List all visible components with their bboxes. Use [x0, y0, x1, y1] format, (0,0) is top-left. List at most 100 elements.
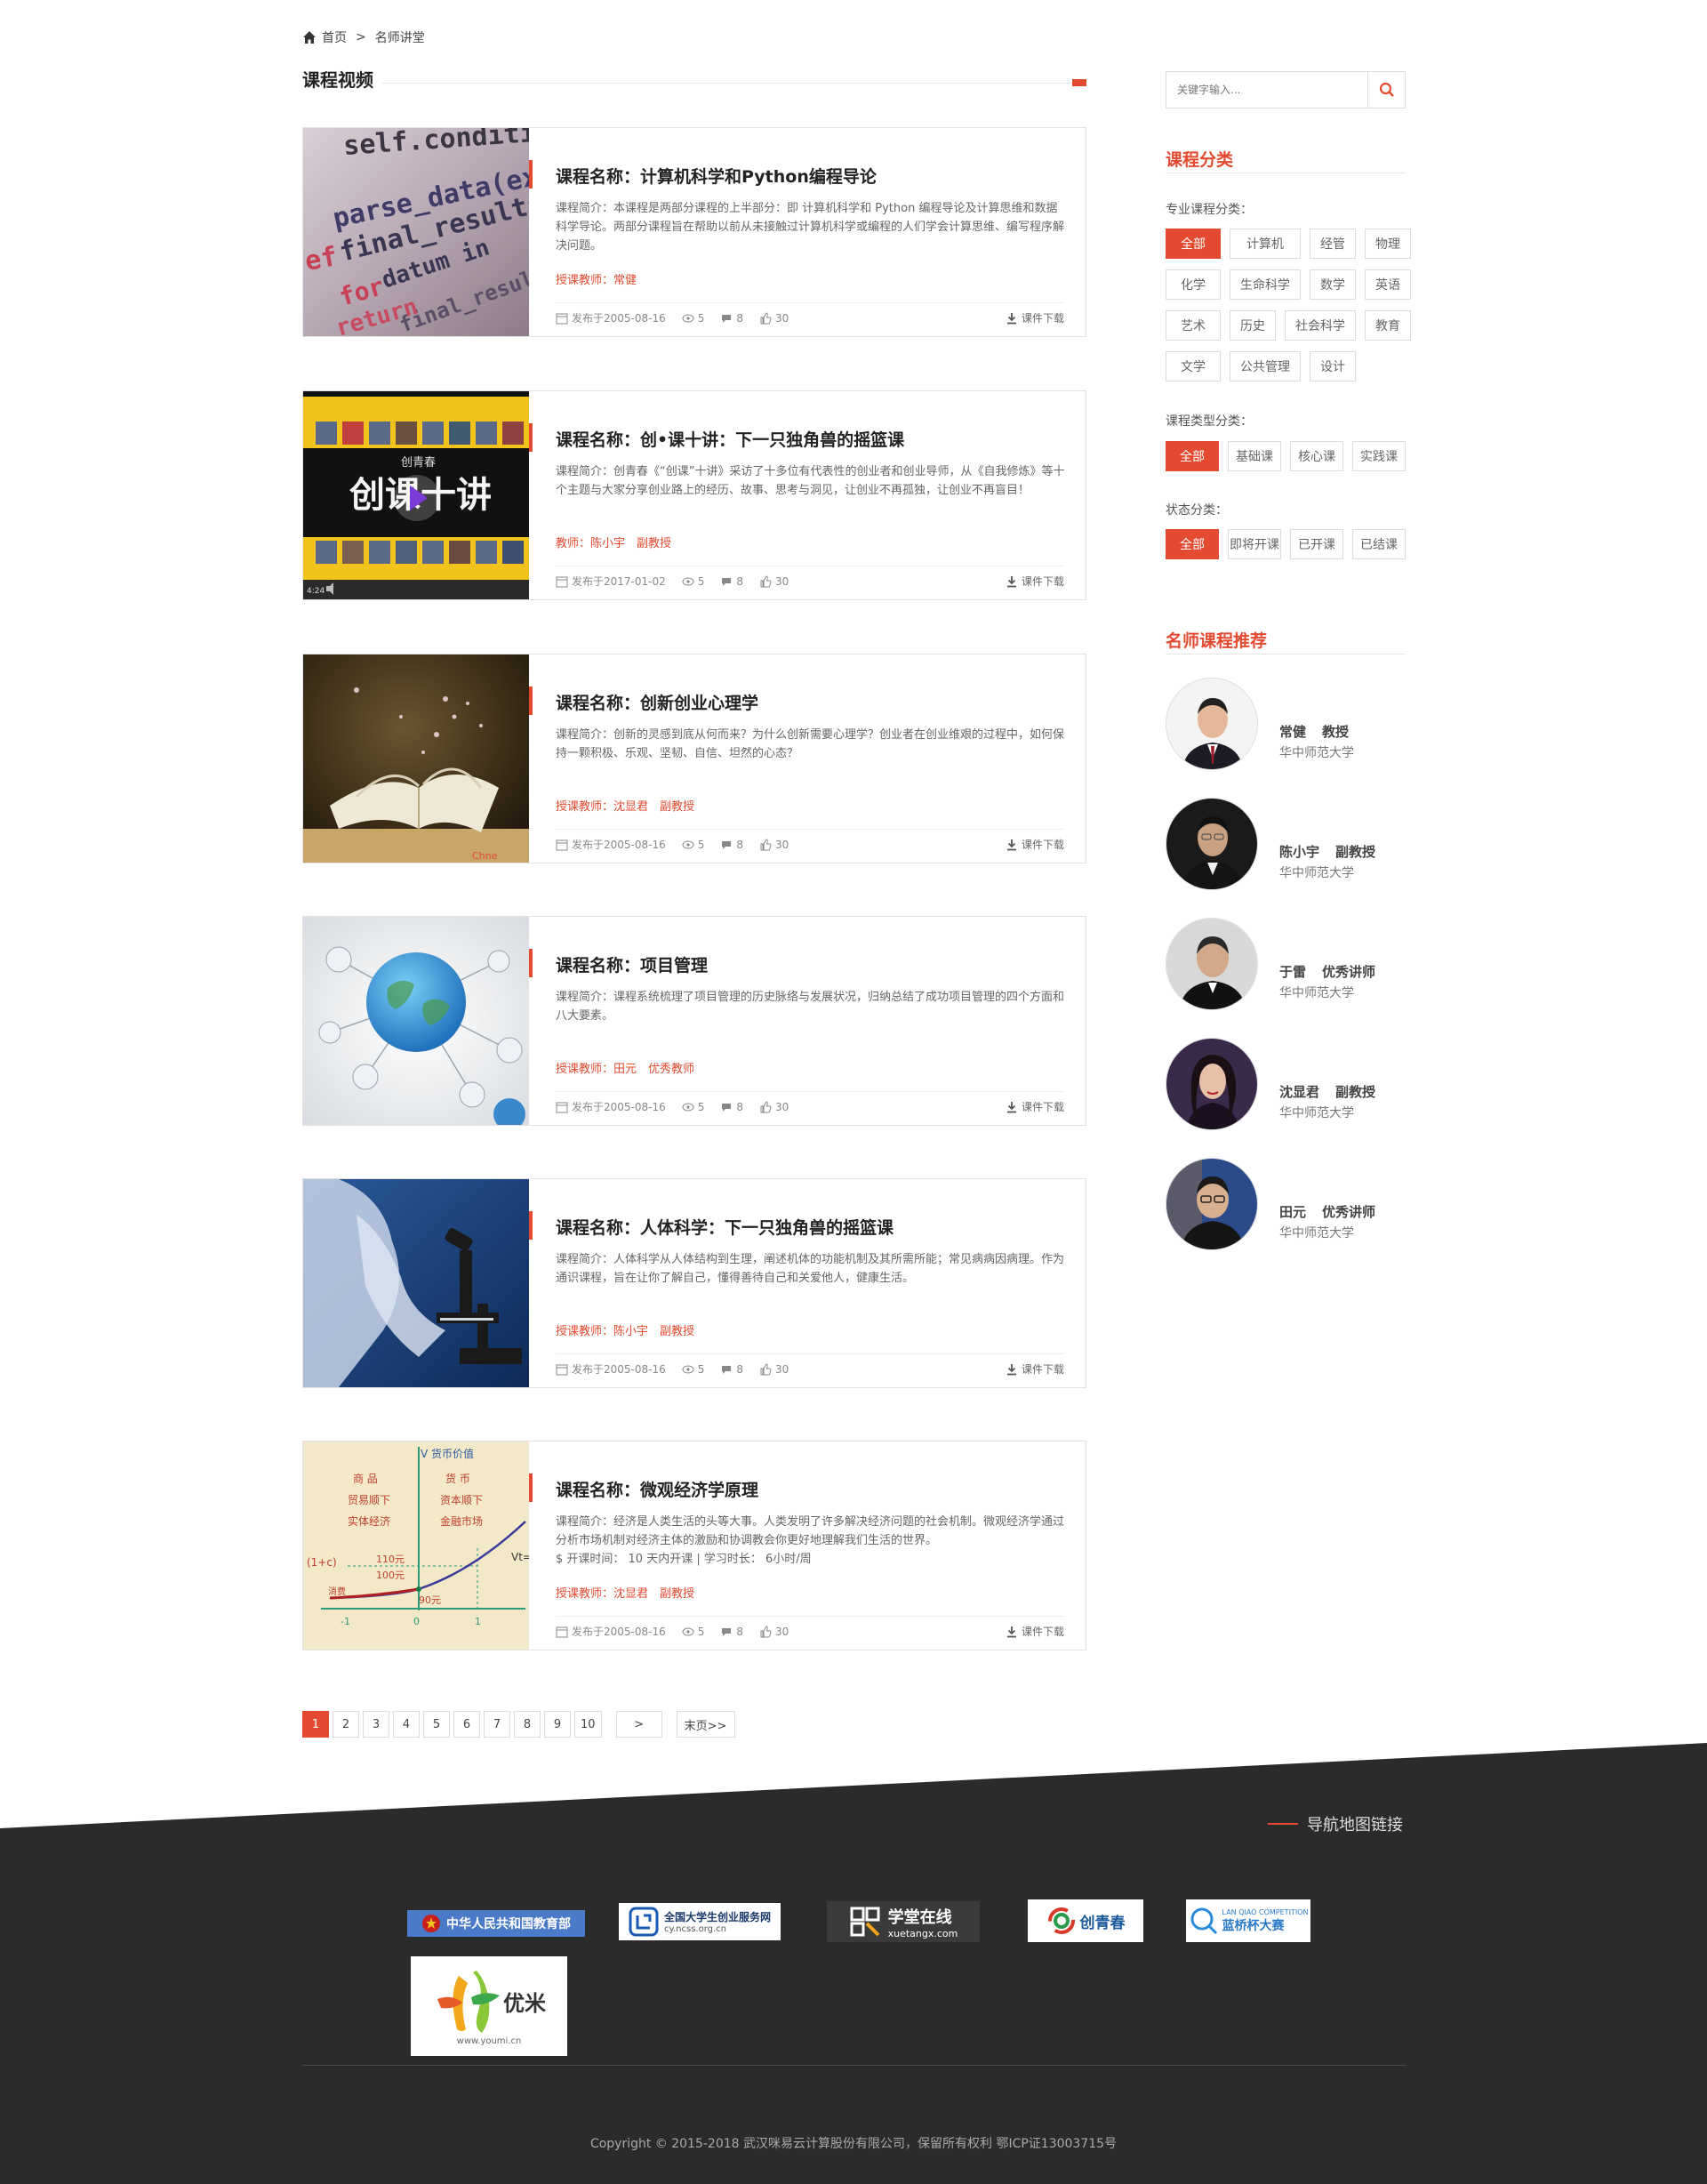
- page-7[interactable]: 7: [484, 1711, 510, 1738]
- course-thumbnail[interactable]: 创青春 创课十讲 4:24: [303, 391, 529, 599]
- status-tag-upcoming[interactable]: 即将开课: [1228, 529, 1281, 559]
- course-title[interactable]: 课程名称：计算机科学和Python编程导论: [556, 164, 877, 188]
- download-link[interactable]: 课件下载: [1006, 1361, 1064, 1377]
- major-tag-life-science[interactable]: 生命科学: [1230, 269, 1301, 300]
- partner-logo-cy[interactable]: 全国大学生创业服务网 cy.ncss.org.cn: [619, 1903, 781, 1940]
- course-teacher[interactable]: 授课教师：沈显君 副教授: [556, 1584, 694, 1601]
- next-page-button[interactable]: >: [615, 1711, 662, 1738]
- status-tag-closed[interactable]: 已结课: [1352, 529, 1406, 559]
- course-thumbnail[interactable]: self.conditio parse_data(exp final_resul…: [303, 128, 529, 336]
- search-input[interactable]: [1166, 73, 1367, 107]
- type-tag-all[interactable]: 全部: [1166, 441, 1219, 471]
- course-card[interactable]: 课程名称：项目管理 课程简介：课程系统梳理了项目管理的历史脉络与发展状况，归纳总…: [302, 916, 1086, 1126]
- teacher-item[interactable]: 陈小宇 副教授 华中师范大学: [1166, 798, 1406, 890]
- major-tag-economics[interactable]: 经管: [1310, 229, 1356, 259]
- page-10[interactable]: 10: [574, 1711, 602, 1738]
- teacher-item[interactable]: 沈显君 副教授 华中师范大学: [1166, 1038, 1406, 1130]
- download-label[interactable]: 课件下载: [1022, 1361, 1064, 1377]
- page-3[interactable]: 3: [363, 1711, 389, 1738]
- major-tag-design[interactable]: 设计: [1310, 351, 1356, 381]
- page-8[interactable]: 8: [514, 1711, 541, 1738]
- major-tag-education[interactable]: 教育: [1365, 310, 1411, 341]
- page-1[interactable]: 1: [302, 1711, 329, 1738]
- download-label[interactable]: 课件下载: [1022, 837, 1064, 852]
- course-title[interactable]: 课程名称：创•课十讲：下一只独角兽的摇篮课: [556, 427, 904, 451]
- teacher-name[interactable]: 沈显君: [1279, 1084, 1319, 1100]
- course-card[interactable]: Chne 课程名称：创新创业心理学 课程简介：创新的灵感到底从何而来？为什么创新…: [302, 654, 1086, 863]
- avatar[interactable]: [1166, 798, 1258, 890]
- major-tag-public-management[interactable]: 公共管理: [1230, 351, 1301, 381]
- major-tag-english[interactable]: 英语: [1365, 269, 1411, 300]
- type-tag-core[interactable]: 核心课: [1290, 441, 1343, 471]
- major-tag-social-science[interactable]: 社会科学: [1285, 310, 1356, 341]
- breadcrumb-home[interactable]: 首页: [322, 28, 347, 46]
- course-card[interactable]: 创青春 创课十讲 4:24 课程名称：创•课十讲：下一只独角兽的摇篮课 课程简介…: [302, 390, 1086, 600]
- page-2[interactable]: 2: [333, 1711, 359, 1738]
- course-card[interactable]: V 货币价值 商 品 贸易顺下 实体经济 货 币 资本顺下 金融市场 (1+c)…: [302, 1441, 1086, 1650]
- course-card[interactable]: self.conditio parse_data(exp final_resul…: [302, 127, 1086, 337]
- teacher-name[interactable]: 陈小宇: [1279, 844, 1319, 860]
- avatar[interactable]: [1166, 1158, 1258, 1250]
- status-tag-open[interactable]: 已开课: [1290, 529, 1343, 559]
- course-thumbnail[interactable]: V 货币价值 商 品 贸易顺下 实体经济 货 币 资本顺下 金融市场 (1+c)…: [303, 1441, 529, 1650]
- partner-logo-lanqiao[interactable]: LAN QIAO COMPETITION 蓝桥杯大赛: [1186, 1899, 1310, 1942]
- download-label[interactable]: 课件下载: [1022, 1624, 1064, 1639]
- course-thumbnail[interactable]: Chne: [303, 654, 529, 863]
- course-teacher[interactable]: 授课教师：常健: [556, 270, 637, 287]
- download-link[interactable]: 课件下载: [1006, 1099, 1064, 1114]
- course-teacher[interactable]: 授课教师：沈显君 副教授: [556, 797, 694, 814]
- teacher-item[interactable]: 常健 教授 华中师范大学: [1166, 678, 1406, 770]
- teacher-item[interactable]: 于雷 优秀讲师 华中师范大学: [1166, 918, 1406, 1010]
- partner-logo-cqc[interactable]: 创青春: [1028, 1899, 1143, 1942]
- course-teacher[interactable]: 授课教师：田元 优秀教师: [556, 1059, 694, 1076]
- page-9[interactable]: 9: [544, 1711, 571, 1738]
- download-link[interactable]: 课件下载: [1006, 837, 1064, 852]
- teacher-school: 华中师范大学: [1279, 866, 1354, 880]
- search-button[interactable]: [1367, 72, 1405, 108]
- course-title[interactable]: 课程名称：创新创业心理学: [556, 690, 758, 714]
- course-thumbnail[interactable]: [303, 1179, 529, 1387]
- download-label[interactable]: 课件下载: [1022, 574, 1064, 589]
- course-teacher[interactable]: 教师：陈小宇 副教授: [556, 534, 671, 550]
- partner-logo-xuetang[interactable]: 学堂在线 xuetangx.com: [827, 1901, 980, 1942]
- avatar[interactable]: [1166, 1038, 1258, 1130]
- major-tag-art[interactable]: 艺术: [1166, 310, 1221, 341]
- page-6[interactable]: 6: [453, 1711, 480, 1738]
- type-tag-basic[interactable]: 基础课: [1228, 441, 1281, 471]
- course-thumbnail[interactable]: [303, 917, 529, 1125]
- download-label[interactable]: 课件下载: [1022, 310, 1064, 325]
- download-link[interactable]: 课件下载: [1006, 1624, 1064, 1639]
- major-tag-math[interactable]: 数学: [1310, 269, 1356, 300]
- teacher-name[interactable]: 于雷: [1279, 964, 1306, 980]
- last-page-button[interactable]: 末页>>: [676, 1711, 735, 1738]
- teacher-name[interactable]: 常健: [1279, 724, 1306, 740]
- type-tag-practice[interactable]: 实践课: [1352, 441, 1406, 471]
- major-tag-chemistry[interactable]: 化学: [1166, 269, 1221, 300]
- course-title[interactable]: 课程名称：微观经济学原理: [556, 1477, 758, 1501]
- page-5[interactable]: 5: [423, 1711, 450, 1738]
- avatar[interactable]: [1166, 678, 1258, 770]
- major-tag-all[interactable]: 全部: [1166, 229, 1221, 259]
- major-tag-literature[interactable]: 文学: [1166, 351, 1221, 381]
- major-tag-physics[interactable]: 物理: [1365, 229, 1411, 259]
- major-tag-computer[interactable]: 计算机: [1230, 229, 1301, 259]
- nav-map-link[interactable]: 导航地图链接: [1268, 1812, 1403, 1835]
- partner-logo-youmi[interactable]: 优米 www.youmi.cn: [411, 1956, 567, 2056]
- course-title[interactable]: 课程名称：人体科学：下一只独角兽的摇篮课: [556, 1215, 894, 1239]
- course-title[interactable]: 课程名称：项目管理: [556, 952, 708, 976]
- partner-logo-moe[interactable]: 中华人民共和国教育部: [407, 1910, 585, 1937]
- nav-map-link-label[interactable]: 导航地图链接: [1307, 1812, 1403, 1835]
- status-tag-all[interactable]: 全部: [1166, 529, 1219, 559]
- breadcrumb-current[interactable]: 名师讲堂: [375, 28, 425, 46]
- home-icon[interactable]: [302, 30, 317, 44]
- page-4[interactable]: 4: [393, 1711, 420, 1738]
- course-teacher[interactable]: 授课教师：陈小宇 副教授: [556, 1321, 694, 1338]
- download-link[interactable]: 课件下载: [1006, 310, 1064, 325]
- course-card[interactable]: 课程名称：人体科学：下一只独角兽的摇篮课 课程简介：人体科学从人体结构到生理，阐…: [302, 1178, 1086, 1388]
- download-link[interactable]: 课件下载: [1006, 574, 1064, 589]
- download-label[interactable]: 课件下载: [1022, 1099, 1064, 1114]
- teacher-name[interactable]: 田元: [1279, 1204, 1306, 1220]
- teacher-item[interactable]: 田元 优秀讲师 华中师范大学: [1166, 1158, 1406, 1250]
- avatar[interactable]: [1166, 918, 1258, 1010]
- major-tag-history[interactable]: 历史: [1230, 310, 1276, 341]
